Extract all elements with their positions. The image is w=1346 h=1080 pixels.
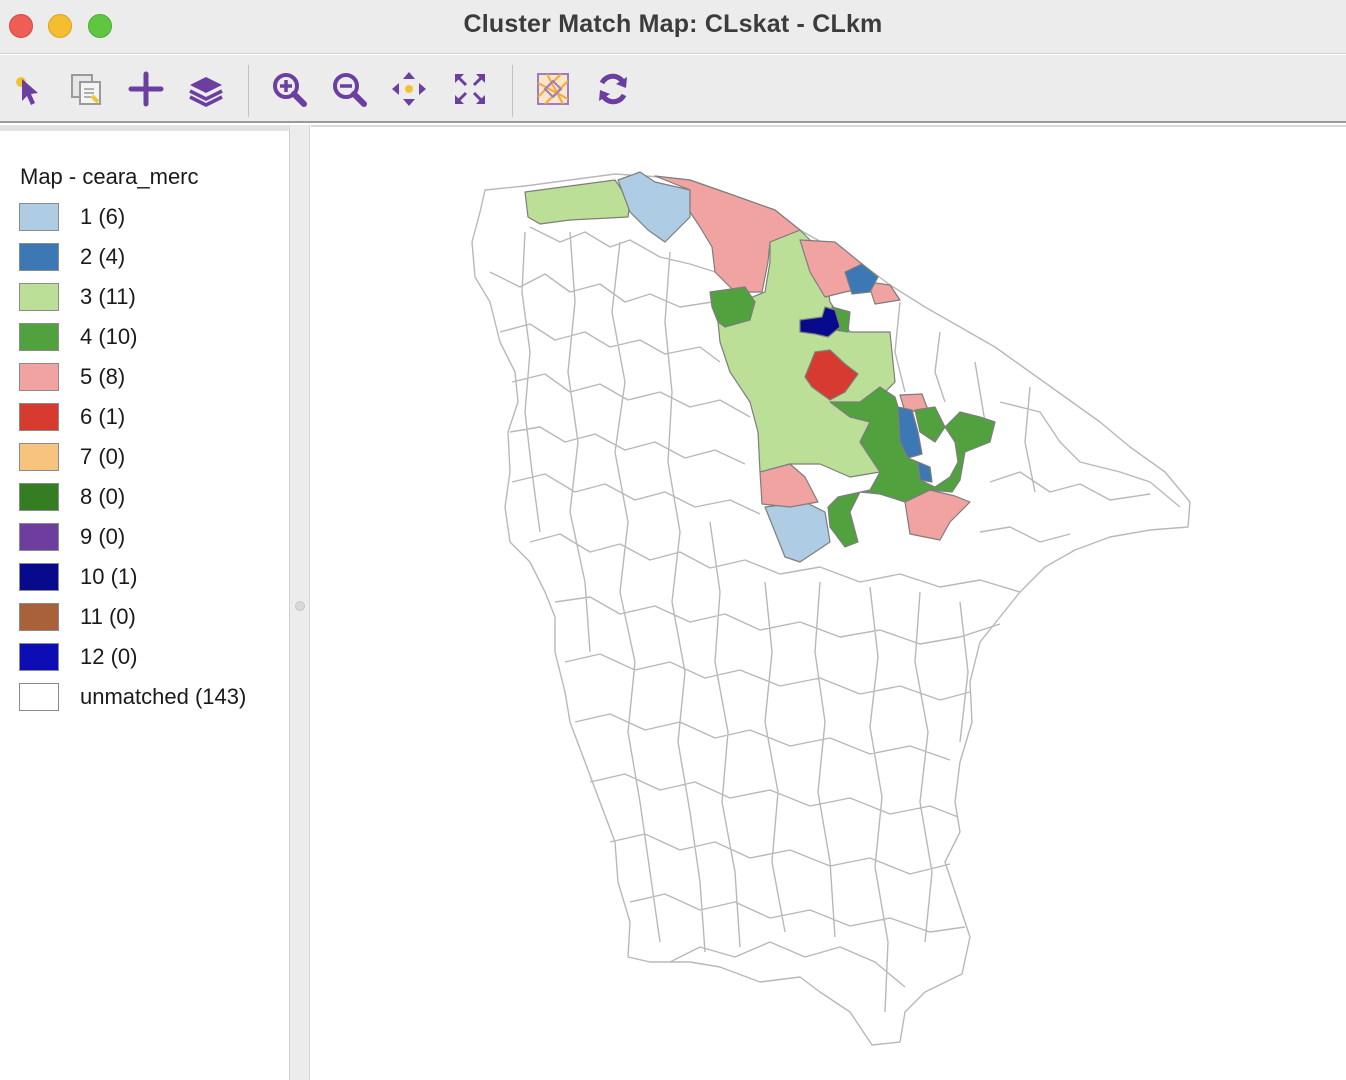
legend-swatch[interactable] (19, 683, 59, 711)
legend-label: 2 (4) (80, 244, 126, 269)
zoom-out-icon (333, 73, 367, 107)
legend-list: 1 (6) 2 (4) 3 (11) 4 (10) 5 (8) 6 (1) 7 … (19, 203, 279, 723)
legend-swatch[interactable] (19, 563, 59, 591)
legend-item[interactable]: 6 (1) (19, 403, 279, 443)
cluster-5-region (759, 463, 819, 508)
full-extent-button[interactable] (448, 67, 492, 111)
legend-swatch[interactable] (19, 443, 59, 471)
pan-button[interactable] (387, 67, 431, 111)
basemap-icon (537, 73, 569, 105)
legend-item[interactable]: 1 (6) (19, 203, 279, 243)
add-button[interactable] (124, 67, 168, 111)
legend-item[interactable]: unmatched (143) (19, 683, 279, 723)
refresh-icon (599, 73, 627, 105)
select-pointer-icon (16, 77, 38, 105)
title-bar[interactable]: Cluster Match Map: CLskat - CLkm (0, 0, 1346, 54)
legend-item[interactable]: 9 (0) (19, 523, 279, 563)
zoom-in-icon (273, 73, 307, 107)
splitter-handle[interactable] (295, 601, 305, 611)
legend-panel[interactable]: Map - ceara_merc 1 (6) 2 (4) 3 (11) 4 (1… (0, 125, 290, 1080)
legend-label: unmatched (143) (80, 684, 247, 709)
toolbar-separator (512, 65, 513, 117)
legend-label: 5 (8) (80, 364, 126, 389)
map-canvas[interactable] (311, 125, 1346, 1080)
refresh-button[interactable] (591, 67, 635, 111)
panel-splitter[interactable] (290, 125, 310, 1080)
layers-icon (189, 77, 223, 107)
legend-item[interactable]: 8 (0) (19, 483, 279, 523)
copy-selection-icon (71, 74, 101, 105)
copy-selection-button[interactable] (64, 67, 108, 111)
legend-swatch[interactable] (19, 483, 59, 511)
toolbar-separator (248, 65, 249, 117)
pan-icon (392, 72, 426, 106)
legend-label: 9 (0) (80, 524, 126, 549)
zoom-in-button[interactable] (267, 67, 311, 111)
legend-swatch[interactable] (19, 323, 59, 351)
legend-label: 8 (0) (80, 484, 126, 509)
add-icon (128, 71, 164, 107)
legend-label: 12 (0) (80, 644, 138, 669)
zoom-out-button[interactable] (327, 67, 371, 111)
legend-swatch[interactable] (19, 403, 59, 431)
legend-label: 10 (1) (80, 564, 138, 589)
legend-title: Map - ceara_merc (20, 164, 199, 189)
legend-item[interactable]: 11 (0) (19, 603, 279, 643)
full-extent-icon (455, 74, 485, 104)
legend-swatch[interactable] (19, 243, 59, 271)
cluster-4-region (914, 406, 946, 443)
legend-label: 4 (10) (80, 324, 138, 349)
legend-label: 11 (0) (80, 604, 136, 629)
cluster-layer (524, 171, 996, 563)
cluster-3-region (524, 179, 631, 225)
legend-swatch[interactable] (19, 283, 59, 311)
layers-button[interactable] (184, 67, 228, 111)
legend-item[interactable]: 5 (8) (19, 363, 279, 403)
legend-item[interactable]: 3 (11) (19, 283, 279, 323)
map-toolbar (0, 55, 1346, 123)
legend-item[interactable]: 12 (0) (19, 643, 279, 683)
legend-swatch[interactable] (19, 603, 59, 631)
legend-label: 1 (6) (80, 204, 126, 229)
legend-swatch[interactable] (19, 643, 59, 671)
legend-swatch[interactable] (19, 523, 59, 551)
cluster-1-region (764, 501, 831, 563)
basemap-button[interactable] (531, 67, 575, 111)
legend-label: 6 (1) (80, 404, 126, 429)
select-tool-button[interactable] (6, 67, 50, 111)
legend-swatch[interactable] (19, 203, 59, 231)
legend-item[interactable]: 7 (0) (19, 443, 279, 483)
legend-label: 3 (11) (80, 284, 136, 309)
legend-label: 7 (0) (80, 444, 126, 469)
window-title: Cluster Match Map: CLskat - CLkm (463, 10, 883, 38)
cluster-4-region (709, 286, 756, 328)
legend-swatch[interactable] (19, 363, 59, 391)
legend-item[interactable]: 4 (10) (19, 323, 279, 363)
legend-item[interactable]: 2 (4) (19, 243, 279, 283)
cluster-match-map-window: Cluster Match Map: CLskat - CLkm Map - c… (0, 0, 1346, 1080)
legend-item[interactable]: 10 (1) (19, 563, 279, 603)
choropleth-map[interactable] (311, 127, 1346, 1080)
